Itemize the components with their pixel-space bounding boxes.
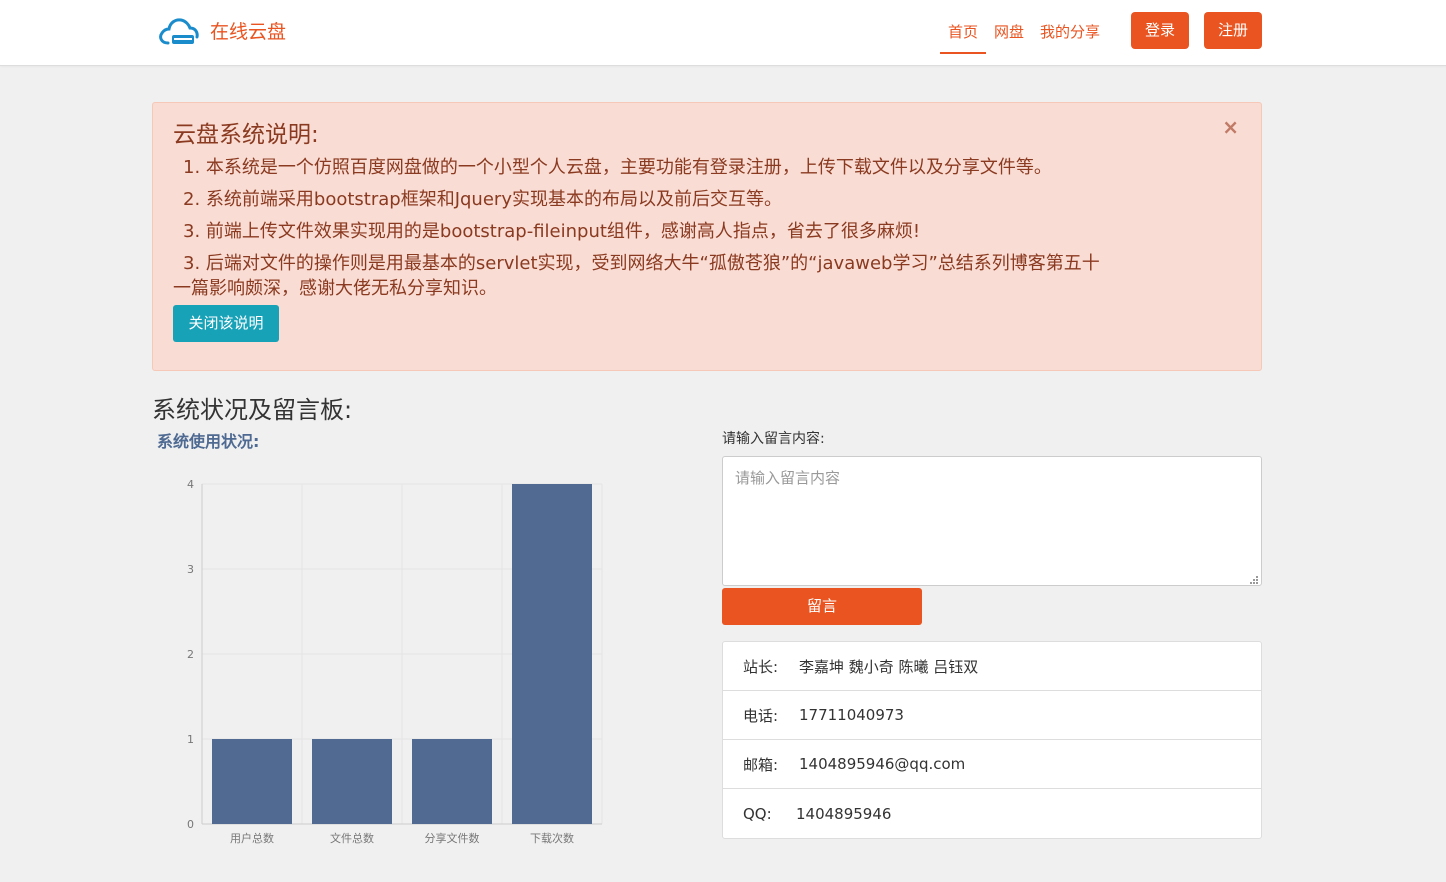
brand[interactable]: 在线云盘 (158, 14, 286, 50)
resize-grip-icon[interactable] (1247, 573, 1259, 585)
notice-title: 云盘系统说明: (173, 122, 319, 148)
y-tick-label: 4 (187, 478, 194, 491)
system-notice-alert: 云盘系统说明: × 1. 本系统是一个仿照百度网盘做的一个小型个人云盘，主要功能… (152, 102, 1262, 371)
message-input[interactable] (722, 456, 1262, 586)
section-title: 系统状况及留言板: (152, 396, 353, 424)
submit-message-button[interactable]: 留言 (722, 588, 922, 625)
contact-key: 站长: (743, 657, 779, 676)
close-notice-button[interactable]: 关闭该说明 (173, 305, 279, 342)
notice-line: 3. 前端上传文件效果实现用的是bootstrap-fileinput组件，感谢… (183, 221, 921, 242)
nav-link-home[interactable]: 首页 (940, 0, 987, 54)
bar (312, 739, 392, 824)
nav-links: 首页 网盘 我的分享 (940, 0, 1108, 66)
login-button[interactable]: 登录 (1131, 12, 1189, 49)
bar (512, 484, 592, 824)
y-tick-label: 3 (187, 563, 194, 576)
contact-item-owner: 站长: 李嘉坤 魏小奇 陈曦 吕钰双 (723, 642, 1261, 691)
y-tick-label: 1 (187, 733, 194, 746)
bar (212, 739, 292, 824)
register-button[interactable]: 注册 (1204, 12, 1262, 49)
x-tick-label: 文件总数 (330, 831, 374, 845)
cloud-drive-icon (159, 18, 199, 45)
nav-link-drive[interactable]: 网盘 (986, 0, 1032, 54)
top-navbar: 在线云盘 首页 网盘 我的分享 登录 注册 (0, 0, 1446, 66)
y-tick-label: 0 (187, 818, 194, 831)
x-tick-label: 下载次数 (530, 831, 574, 845)
y-tick-label: 2 (187, 648, 194, 661)
contact-item-phone: 电话: 17711040973 (723, 691, 1261, 740)
contact-value: 1404895946 (796, 804, 892, 823)
brand-name: 在线云盘 (210, 20, 287, 43)
contact-value: 李嘉坤 魏小奇 陈曦 吕钰双 (799, 657, 979, 676)
bar (412, 739, 492, 824)
contact-item-email: 邮箱: 1404895946@qq.com (723, 740, 1261, 789)
chart-title: 系统使用状况: (157, 432, 260, 451)
x-tick-label: 分享文件数 (425, 831, 480, 845)
notice-line: 一篇影响颇深，感谢大佬无私分享知识。 (173, 278, 497, 299)
x-tick-label: 用户总数 (230, 831, 274, 845)
contact-key: QQ: (743, 804, 772, 823)
contact-info-list: 站长: 李嘉坤 魏小奇 陈曦 吕钰双 电话: 17711040973 邮箱: 1… (722, 641, 1262, 839)
nav-link-my-shares[interactable]: 我的分享 (1032, 0, 1108, 54)
notice-line: 3. 后端对文件的操作则是用最基本的servlet实现，受到网络大牛“孤傲苍狼”… (183, 253, 1100, 274)
close-icon[interactable]: × (1222, 115, 1239, 139)
usage-bar-chart: 0 1 2 3 4 用户总数 文件总数 分享文件数 下载次数 (187, 478, 603, 845)
notice-line: 1. 本系统是一个仿照百度网盘做的一个小型个人云盘，主要功能有登录注册，上传下载… (183, 157, 1052, 178)
contact-item-qq: QQ: 1404895946 (723, 789, 1261, 838)
notice-line: 2. 系统前端采用bootstrap框架和Jquery实现基本的布局以及前后交互… (183, 189, 782, 210)
contact-key: 电话: (743, 706, 779, 725)
contact-value: 1404895946@qq.com (799, 755, 966, 773)
message-label: 请输入留言内容: (722, 431, 825, 447)
contact-key: 邮箱: (743, 755, 779, 774)
usage-chart: 0 1 2 3 4 用户总数 文件总数 分享文件数 下载次数 (160, 468, 620, 858)
contact-value: 17711040973 (799, 706, 904, 724)
